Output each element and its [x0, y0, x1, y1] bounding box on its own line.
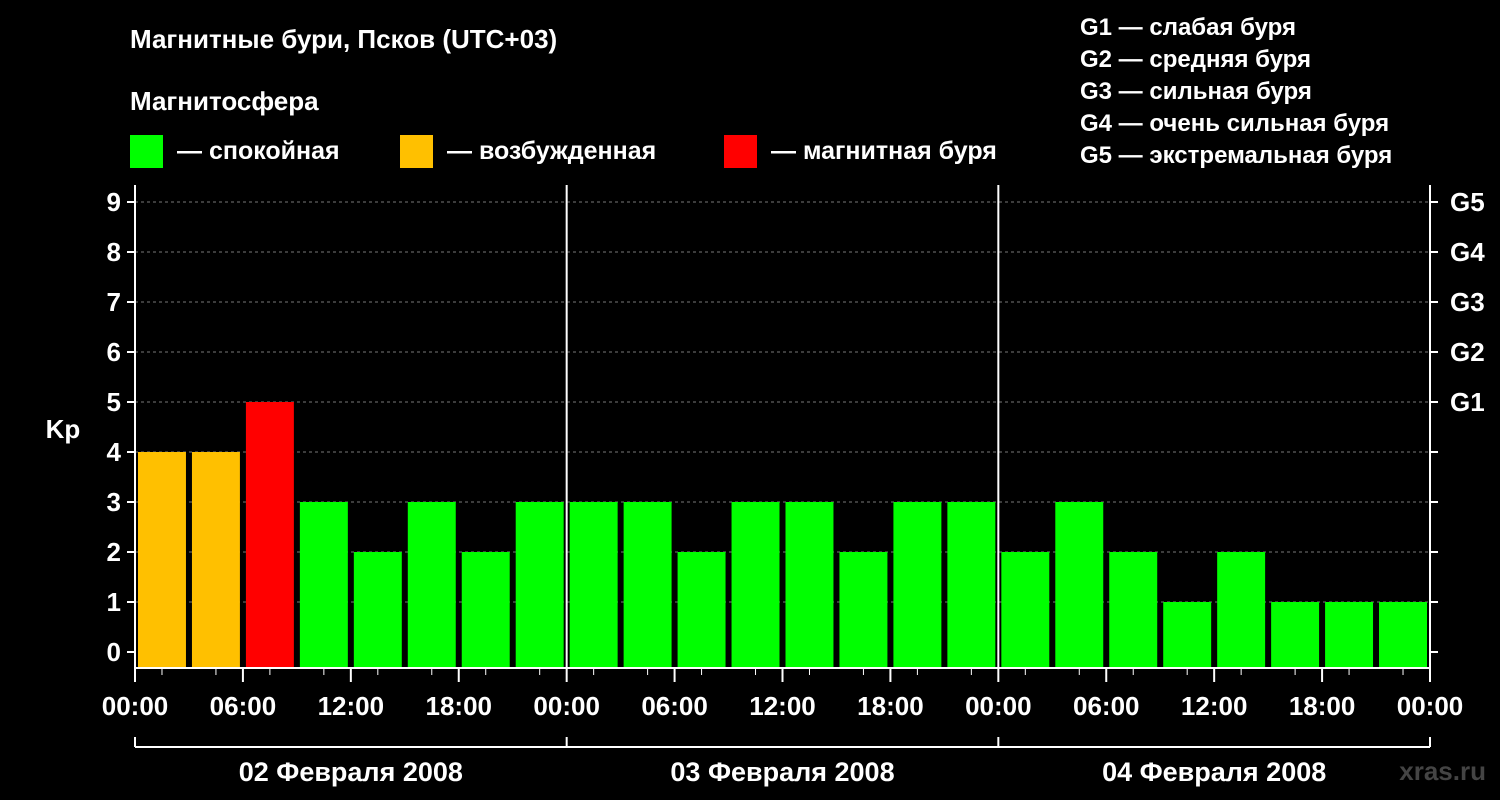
kp-bar	[1109, 552, 1158, 668]
kp-bar	[731, 502, 780, 668]
g-scale-label: G5	[1450, 187, 1485, 217]
y-tick-label: 5	[107, 387, 121, 417]
kp-bar	[191, 452, 240, 668]
x-tick-label: 06:00	[210, 691, 277, 721]
kp-bar	[1379, 602, 1427, 668]
kp-bar	[245, 402, 294, 668]
x-tick-label: 18:00	[857, 691, 924, 721]
kp-bar	[138, 452, 186, 668]
kp-bar	[677, 552, 726, 668]
y-tick-label: 2	[107, 537, 121, 567]
day-label: 04 Февраля 2008	[1102, 757, 1326, 787]
g-scale-label: G3	[1450, 287, 1485, 317]
y-tick-label: 3	[107, 487, 121, 517]
g-scale-label: G4	[1450, 237, 1485, 267]
x-tick-label: 06:00	[1073, 691, 1140, 721]
kp-chart: 0 1 2 3 4 5 6 7 8 9 G1 G2 G3 G4 G5 Kp 00:00 06:00 12:00 18:…	[46, 185, 1485, 787]
kp-bar	[299, 502, 348, 668]
kp-bar	[839, 552, 888, 668]
kp-bar	[461, 552, 510, 668]
kp-bar	[407, 502, 456, 668]
y-tick-label: 9	[107, 187, 121, 217]
x-tick-label: 18:00	[1289, 691, 1356, 721]
y-tick-label: 4	[107, 437, 122, 467]
g-scale-label: G1	[1450, 387, 1485, 417]
kp-bar	[515, 502, 564, 668]
kp-bar	[1163, 602, 1212, 668]
x-tick-label: 12:00	[749, 691, 816, 721]
x-tick-label: 18:00	[426, 691, 493, 721]
y-tick-label: 6	[107, 337, 121, 367]
x-tick-label: 12:00	[1181, 691, 1248, 721]
kp-bar	[1217, 552, 1266, 668]
watermark: xras.ru	[1399, 756, 1486, 786]
kp-bar	[569, 502, 618, 668]
kp-bar	[785, 502, 834, 668]
day-label: 03 Февраля 2008	[670, 757, 894, 787]
kp-bar	[947, 502, 996, 668]
x-tick-label: 12:00	[318, 691, 385, 721]
y-tick-label: 0	[107, 637, 121, 667]
y-tick-label: 8	[107, 237, 121, 267]
kp-bar	[1055, 502, 1104, 668]
x-tick-label: 00:00	[533, 691, 600, 721]
x-tick-label: 00:00	[1397, 691, 1464, 721]
x-tick-label: 00:00	[102, 691, 169, 721]
kp-bar	[353, 552, 402, 668]
kp-bar	[893, 502, 942, 668]
x-tick-label: 00:00	[965, 691, 1032, 721]
y-tick-label: 1	[107, 587, 121, 617]
y-tick-label: 7	[107, 287, 121, 317]
g-scale-label: G2	[1450, 337, 1485, 367]
day-label: 02 Февраля 2008	[239, 757, 463, 787]
kp-bar	[1325, 602, 1374, 668]
kp-bar	[1001, 552, 1050, 668]
kp-bar	[1271, 602, 1320, 668]
y-axis-label: Kp	[46, 414, 81, 444]
kp-bar	[623, 502, 672, 668]
x-tick-label: 06:00	[641, 691, 708, 721]
